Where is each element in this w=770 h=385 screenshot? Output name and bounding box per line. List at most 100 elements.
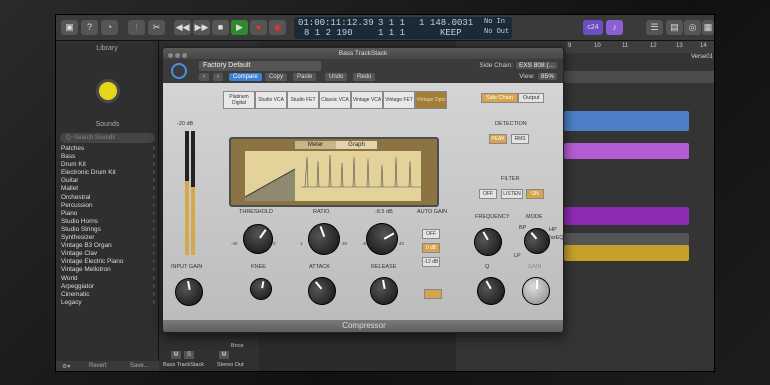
auto-gain-0db-button[interactable]: 0 dB xyxy=(422,243,440,253)
list-item[interactable]: Vintage Electric Piano xyxy=(56,258,159,266)
view-value[interactable]: 85% xyxy=(537,73,557,80)
stop-icon[interactable]: ■ xyxy=(212,20,229,35)
type-button[interactable]: Studio VCA xyxy=(255,91,287,109)
lcd-display[interactable]: 01:00:11:12.39 8 1 2 190 3 1 1 1 1 1 1 1… xyxy=(294,17,512,39)
release-knob[interactable] xyxy=(367,274,401,308)
ruler[interactable]: 9 10 11 12 13 14 xyxy=(566,41,714,53)
list-item[interactable]: Percussion xyxy=(56,202,159,210)
list-item[interactable]: Vintage Mellotron xyxy=(56,266,159,274)
view-selector[interactable]: View: 85% xyxy=(519,73,557,80)
list-item[interactable]: Patches xyxy=(56,145,159,153)
copy-button[interactable]: Copy xyxy=(265,73,288,81)
cpu-meter[interactable]: c24 xyxy=(583,20,603,35)
mixer-icon[interactable]: ⫶ xyxy=(128,20,145,35)
list-item[interactable]: Bass xyxy=(56,153,159,161)
type-button[interactable]: Platinum Digital xyxy=(223,91,255,109)
type-button[interactable]: Vintage FET xyxy=(383,91,415,109)
mute-button[interactable]: M xyxy=(219,351,229,359)
limiter-button[interactable] xyxy=(424,289,442,299)
browser-icon[interactable]: ▦ xyxy=(702,20,714,35)
list-item[interactable]: Synthesizer xyxy=(56,234,159,242)
smart-controls-icon[interactable]: ◔ xyxy=(101,20,118,35)
midi-region[interactable] xyxy=(564,111,689,131)
tab-meter[interactable]: Meter xyxy=(295,141,336,149)
ratio-knob[interactable] xyxy=(303,218,345,260)
attack-knob[interactable] xyxy=(302,271,342,311)
marker-label[interactable]: Verse01 xyxy=(691,54,713,60)
list-item[interactable]: World xyxy=(56,275,159,283)
undo-button[interactable]: Undo xyxy=(325,73,348,81)
sidechain-value[interactable]: EXS 808 (... xyxy=(515,62,557,69)
list-item[interactable]: Drum Kit xyxy=(56,161,159,169)
list-item[interactable]: Cinematic xyxy=(56,291,159,299)
redo-button[interactable]: Redo xyxy=(353,73,376,81)
gain-knob[interactable] xyxy=(522,277,550,305)
type-button[interactable]: Studio FET xyxy=(287,91,319,109)
list-item[interactable]: Orchestral xyxy=(56,194,159,202)
type-button[interactable]: Classic VCA xyxy=(319,91,351,109)
filter-off-button[interactable]: OFF xyxy=(479,189,497,199)
list-editors-icon[interactable]: ☰ xyxy=(646,20,663,35)
library-icon[interactable]: ▣ xyxy=(61,20,78,35)
scissors-icon[interactable]: ✂ xyxy=(148,20,165,35)
mode-hp-label: HP xyxy=(549,227,557,233)
output-view-button[interactable]: Output xyxy=(517,93,545,103)
list-item[interactable]: Legacy xyxy=(56,299,159,307)
play-icon[interactable]: ▶ xyxy=(231,20,248,35)
auto-gain-off-button[interactable]: OFF xyxy=(422,229,440,239)
peak-button[interactable]: PEAK xyxy=(489,134,507,144)
list-item[interactable]: Vintage B3 Organ xyxy=(56,242,159,250)
midi-region[interactable] xyxy=(564,207,689,225)
filter-listen-button[interactable]: LISTEN xyxy=(501,189,523,199)
filter-on-button[interactable]: ON xyxy=(526,189,544,199)
preset-select[interactable]: Factory Default xyxy=(199,61,321,71)
midi-region[interactable] xyxy=(564,245,689,261)
power-icon[interactable] xyxy=(171,63,187,79)
list-item[interactable]: Mallet xyxy=(56,185,159,193)
save-button[interactable]: Save... xyxy=(130,363,149,369)
plugin-titlebar[interactable]: Bass TrackStack xyxy=(163,48,563,59)
rewind-icon[interactable]: ◀◀ xyxy=(174,20,191,35)
input-gain-knob[interactable] xyxy=(172,275,206,309)
frequency-knob[interactable] xyxy=(468,222,508,262)
threshold-knob[interactable] xyxy=(237,218,279,260)
list-item[interactable]: Guitar xyxy=(56,177,159,185)
scale-tick: -5 xyxy=(362,241,367,246)
paste-button[interactable]: Paste xyxy=(293,73,317,81)
list-item[interactable]: Arpeggiator xyxy=(56,283,159,291)
q-knob[interactable] xyxy=(471,271,511,311)
solo-button[interactable]: S xyxy=(184,351,194,359)
list-item[interactable]: Studio Strings xyxy=(56,226,159,234)
help-icon[interactable]: ? xyxy=(81,20,98,35)
bounce-button[interactable]: Bnce xyxy=(231,343,244,349)
loop-browser-icon[interactable]: ◎ xyxy=(684,20,701,35)
type-button-selected[interactable]: Vintage Opto xyxy=(415,91,447,109)
record-icon[interactable]: ● xyxy=(250,20,267,35)
audio-region[interactable] xyxy=(564,71,714,83)
lcd-tempo: 148.0031 xyxy=(430,18,474,28)
list-item[interactable]: Electronic Drum Kit xyxy=(56,169,159,177)
list-item[interactable]: Piano xyxy=(56,210,159,218)
tab-graph[interactable]: Graph xyxy=(336,141,377,149)
list-item[interactable]: Vintage Clav xyxy=(56,250,159,258)
knee-knob[interactable] xyxy=(248,276,274,302)
side-chain-view-button[interactable]: Side Chain xyxy=(481,93,518,103)
compare-button[interactable]: Compare xyxy=(229,73,262,81)
auto-gain-12db-button[interactable]: -12 dB xyxy=(422,257,440,267)
sounds-search-input[interactable]: Q~Search Sounds xyxy=(60,133,155,143)
tuner-icon[interactable]: ♪ xyxy=(606,20,623,35)
capture-record-icon[interactable]: ◉ xyxy=(269,20,286,35)
forward-icon[interactable]: ▶▶ xyxy=(193,20,210,35)
note-pad-icon[interactable]: ▤ xyxy=(666,20,683,35)
list-item[interactable]: Studio Horns xyxy=(56,218,159,226)
type-button[interactable]: Vintage VCA xyxy=(351,91,383,109)
next-preset-button[interactable]: › xyxy=(213,73,223,81)
gear-icon[interactable]: ⚙▾ xyxy=(62,363,70,370)
sidechain-selector[interactable]: Side Chain: EXS 808 (... xyxy=(479,62,557,69)
midi-region[interactable] xyxy=(564,143,689,159)
revert-button[interactable]: Revert xyxy=(89,363,107,369)
makeup-knob[interactable] xyxy=(360,217,404,261)
prev-preset-button[interactable]: ‹ xyxy=(199,73,209,81)
rms-button[interactable]: RMS xyxy=(511,134,529,144)
mute-button[interactable]: M xyxy=(171,351,181,359)
